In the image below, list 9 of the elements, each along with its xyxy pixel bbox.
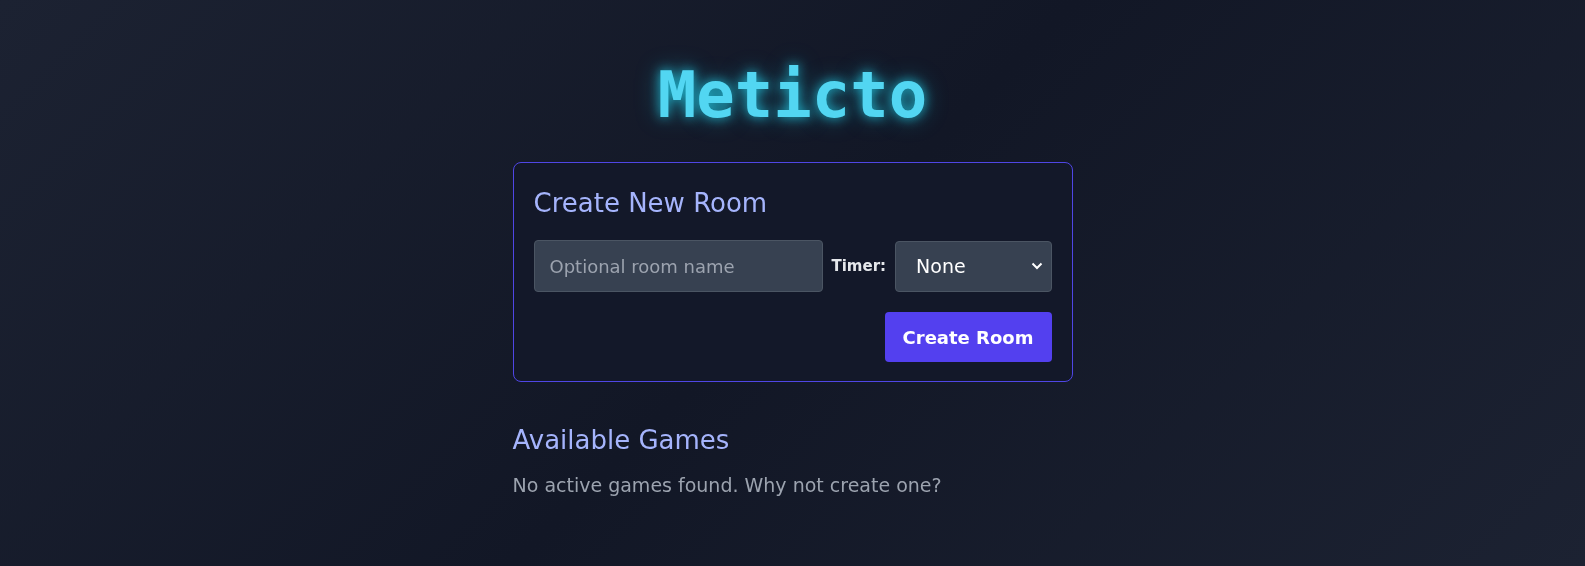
card-title: Create New Room <box>533 187 769 220</box>
room-name-field[interactable]: Optional room name <box>533 240 823 292</box>
chevron-down-icon <box>1030 262 1043 270</box>
create-room-button[interactable]: Create Room <box>884 312 1052 362</box>
empty-message: No active games found. Why not create one? <box>512 474 943 496</box>
timer-label: Timer: <box>831 257 887 275</box>
logo: Meticto <box>657 57 928 134</box>
section-title: Available Games <box>512 424 731 457</box>
timer-dropdown[interactable]: None <box>895 240 1052 292</box>
